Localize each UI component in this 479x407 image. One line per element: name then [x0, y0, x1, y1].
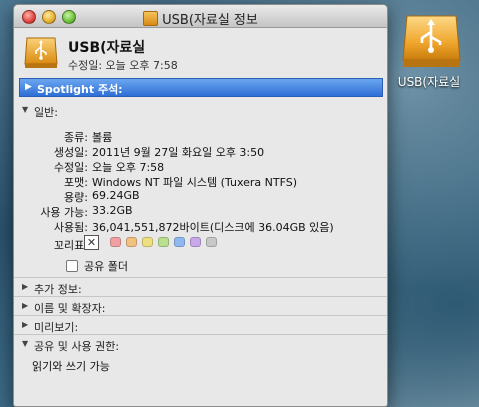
used-value: 36,041,551,872바이트(디스크에 36.04GB 있음) [92, 221, 334, 234]
drive-name: USB(자료실 [68, 40, 146, 56]
shared-folder-option[interactable]: 공유 폴더 [66, 258, 128, 274]
window-title: USB(자료실 정보 [14, 9, 387, 28]
usb-drive-icon [24, 37, 58, 68]
sharing-header[interactable]: ▼ 공유 및 사용 권한: [14, 335, 387, 353]
tag-purple[interactable] [190, 237, 201, 247]
general-label: 일반: [34, 106, 58, 119]
modified-value: 오늘 오후 7:58 [92, 161, 165, 174]
general-header[interactable]: ▼ 일반: [14, 101, 387, 120]
more-info-label: 추가 정보: [34, 283, 82, 296]
tag-gray[interactable] [206, 237, 217, 247]
format-value: Windows NT 파일 시스템 (Tuxera NTFS) [92, 176, 298, 189]
used-key: 사용됨: [53, 221, 88, 234]
drive-icon [143, 11, 159, 26]
shared-folder-label: 공유 폴더 [84, 260, 128, 273]
capacity-key: 용량: [64, 191, 88, 204]
available-value: 33.2GB [92, 204, 133, 217]
created-value: 2011년 9월 27일 화요일 오후 3:50 [92, 146, 265, 159]
sharing-section: ▼ 공유 및 사용 권한: 읽기와 쓰기 가능 [14, 335, 387, 377]
window-title-text: USB(자료실 정보 [162, 13, 258, 28]
name-ext-header[interactable]: ▶ 이름 및 확장자: [14, 297, 387, 315]
name-ext-label: 이름 및 확장자: [34, 302, 106, 315]
info-header: USB(자료실 수정일: 오늘 오후 7:58 [14, 28, 387, 78]
disclosure-right-icon: ▶ [22, 301, 29, 310]
preview-section: ▶ 미리보기: [14, 316, 387, 335]
created-key: 생성일: [53, 146, 88, 159]
tag-orange[interactable] [126, 237, 137, 247]
tag-none-button[interactable]: ✕ [84, 235, 99, 250]
tag-blue[interactable] [174, 237, 185, 247]
kind-key: 종류: [64, 131, 88, 144]
desktop-usb-drive-icon[interactable] [401, 10, 462, 70]
more-info-header[interactable]: ▶ 추가 정보: [14, 278, 387, 296]
disclosure-right-icon: ▶ [22, 282, 29, 291]
name-ext-section: ▶ 이름 및 확장자: [14, 297, 387, 316]
disclosure-down-icon: ▼ [22, 105, 29, 114]
spotlight-label: Spotlight 주석: [37, 83, 123, 96]
disclosure-down-icon: ▼ [22, 339, 29, 348]
tag-green[interactable] [158, 237, 169, 247]
shared-folder-checkbox[interactable] [66, 260, 78, 272]
tag-yellow[interactable] [142, 237, 153, 247]
capacity-value: 69.24GB [92, 189, 140, 202]
kind-value: 볼륨 [92, 131, 113, 144]
tags-key: 꼬리표: [53, 239, 88, 252]
desktop-icon-label[interactable]: USB(자료실 [386, 73, 472, 90]
format-key: 포맷: [64, 176, 88, 189]
sharing-label: 공유 및 사용 권한: [34, 340, 120, 353]
info-window: USB(자료실 정보 USB(자료실 수정일: 오늘 오후 7:58 ▶ Spo… [13, 4, 388, 407]
modified-key: 수정일: [53, 161, 88, 174]
more-info-section: ▶ 추가 정보: [14, 278, 387, 297]
title-bar[interactable]: USB(자료실 정보 [14, 5, 387, 28]
preview-header[interactable]: ▶ 미리보기: [14, 316, 387, 334]
disclosure-right-icon: ▶ [25, 82, 32, 92]
permission-text: 읽기와 쓰기 가능 [32, 360, 110, 373]
preview-label: 미리보기: [34, 321, 79, 334]
available-key: 사용 가능: [40, 206, 88, 219]
modified-date: 수정일: 오늘 오후 7:58 [68, 59, 178, 72]
spotlight-comments-header[interactable]: ▶ Spotlight 주석: [19, 78, 383, 97]
disclosure-right-icon: ▶ [22, 320, 29, 329]
general-section: ▼ 일반: 종류: 볼륨 생성일: 2011년 9월 27일 화요일 오후 3:… [14, 101, 387, 278]
tag-red[interactable] [110, 237, 121, 247]
